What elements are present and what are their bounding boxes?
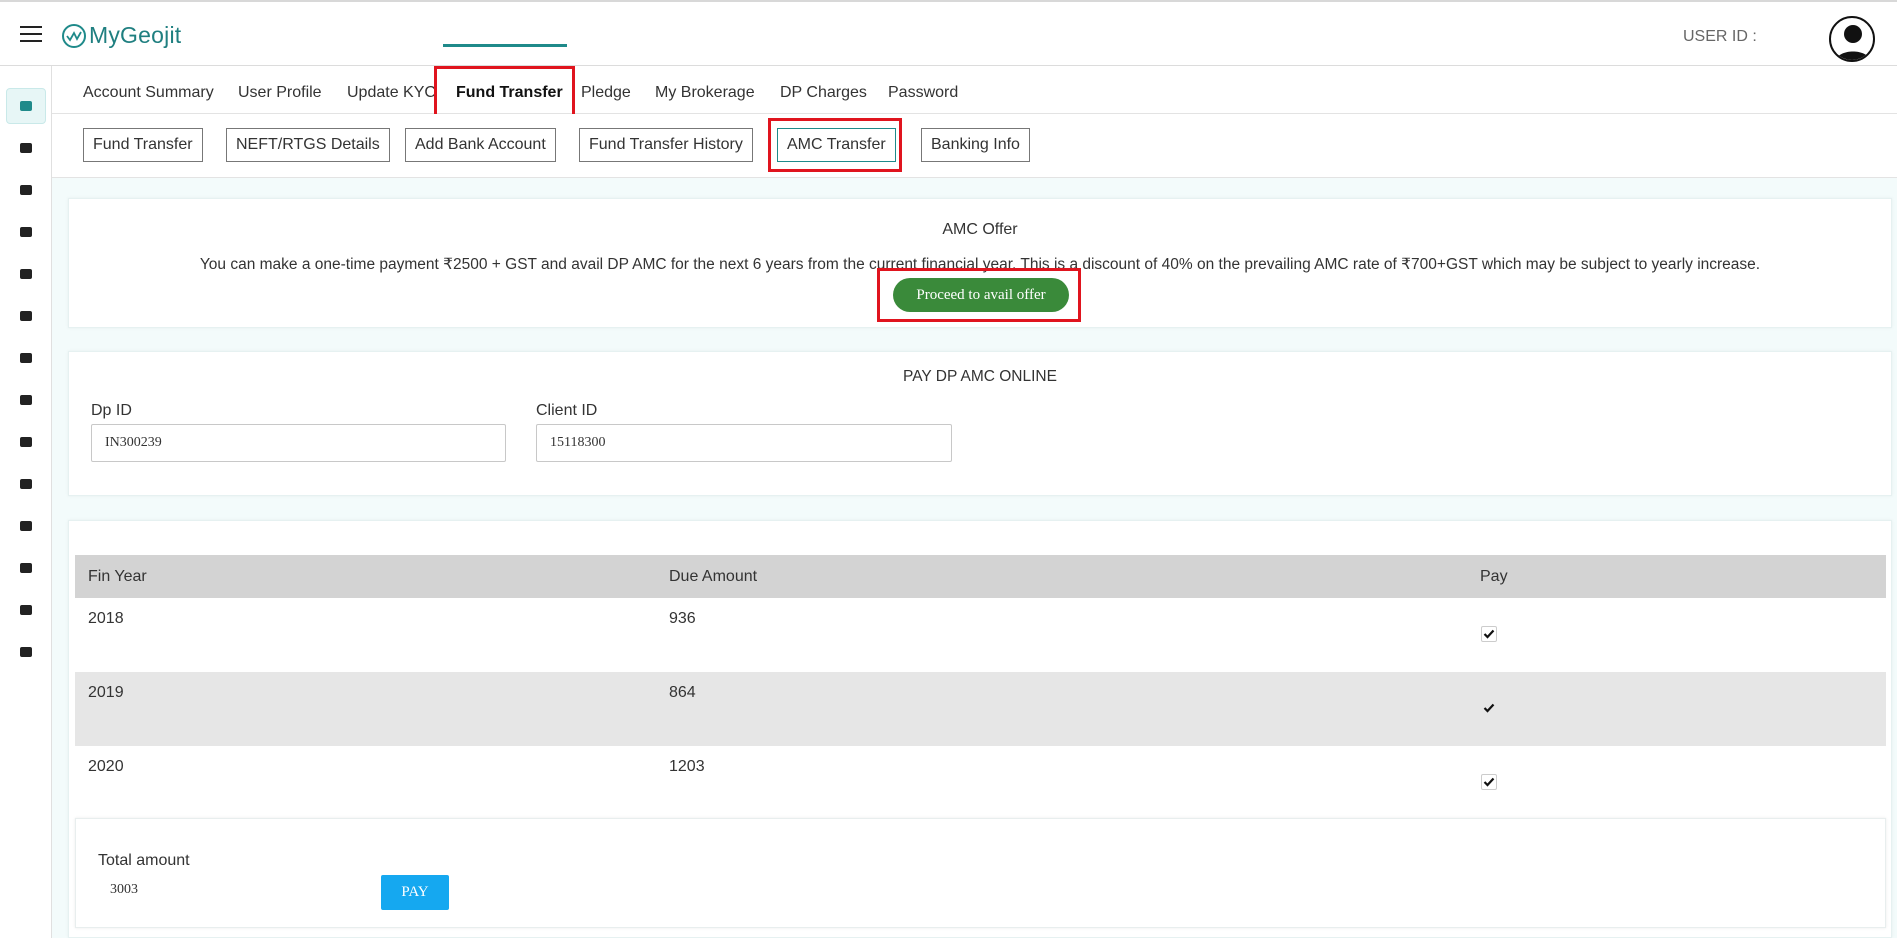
hamburger-menu-icon[interactable]: [20, 26, 42, 42]
client-id-input[interactable]: [536, 424, 952, 462]
fin-year-cell: 2019: [88, 684, 124, 701]
user-id-label: USER ID :: [1683, 28, 1757, 45]
tab-pledge[interactable]: Pledge: [581, 84, 631, 102]
growth-chart-icon[interactable]: [6, 592, 46, 628]
hand-coin-icon[interactable]: [6, 256, 46, 292]
offer-description: You can make a one-time payment ₹2500 + …: [199, 256, 1761, 273]
geojit-logo-icon: [62, 23, 86, 48]
mobile-icon[interactable]: [6, 466, 46, 502]
bull-icon[interactable]: [6, 508, 46, 544]
tab-account-summary[interactable]: Account Summary: [83, 84, 214, 102]
checkmark-icon: [1483, 703, 1495, 713]
ipo-badge-icon[interactable]: [6, 298, 46, 334]
headset-icon[interactable]: [6, 634, 46, 670]
active-tab-indicator: [443, 44, 567, 47]
subtab-amc-transfer[interactable]: AMC Transfer: [777, 128, 896, 162]
phone-icon[interactable]: [6, 550, 46, 586]
table-row: 2018 936: [75, 598, 1886, 672]
pay-checkbox[interactable]: [1481, 700, 1497, 716]
subtab-fund-transfer[interactable]: Fund Transfer: [83, 128, 203, 162]
due-amount-cell: 936: [669, 610, 696, 627]
ipo-icon[interactable]: [6, 130, 46, 166]
wallet-icon[interactable]: [6, 88, 46, 124]
due-amount-cell: 1203: [669, 758, 705, 775]
top-bar: MyGeojit USER ID :: [0, 0, 1897, 66]
bar-chart-icon[interactable]: [6, 214, 46, 250]
subtab-neft-rtgs-details[interactable]: NEFT/RTGS Details: [226, 128, 390, 162]
dp-id-label: Dp ID: [91, 402, 132, 419]
brand-name: MyGeojit: [89, 22, 182, 48]
avatar[interactable]: [1829, 16, 1875, 62]
user-silhouette-icon: [1835, 25, 1871, 60]
checkmark-icon: [1483, 629, 1495, 639]
main-tabs: Account Summary User Profile Update KYC …: [52, 66, 1897, 114]
table-row: 2020 1203: [75, 746, 1886, 820]
tab-fund-transfer[interactable]: Fund Transfer: [456, 84, 563, 102]
sub-tabs: Fund Transfer NEFT/RTGS Details Add Bank…: [52, 114, 1897, 178]
pay-online-title: PAY DP AMC ONLINE: [903, 368, 1057, 385]
people-icon[interactable]: [6, 424, 46, 460]
tab-password[interactable]: Password: [888, 84, 958, 102]
client-id-label: Client ID: [536, 402, 598, 419]
total-amount-panel: Total amount 3003 PAY: [75, 818, 1886, 928]
subtab-banking-info[interactable]: Banking Info: [921, 128, 1030, 162]
total-amount-label: Total amount: [98, 852, 190, 869]
car-icon[interactable]: [6, 382, 46, 418]
fin-year-cell: 2018: [88, 610, 124, 627]
tab-user-profile[interactable]: User Profile: [238, 84, 322, 102]
pay-dp-amc-card: PAY DP AMC ONLINE Dp ID Client ID: [68, 351, 1892, 496]
header-fin-year: Fin Year: [88, 568, 147, 585]
pay-button[interactable]: PAY: [381, 875, 449, 910]
proceed-to-avail-offer-button[interactable]: Proceed to avail offer: [893, 278, 1069, 312]
table-row: 2019 864: [75, 672, 1886, 746]
books-icon[interactable]: [6, 172, 46, 208]
total-amount-value: 3003: [110, 882, 138, 897]
subtab-add-bank-account[interactable]: Add Bank Account: [405, 128, 556, 162]
dp-id-input[interactable]: [91, 424, 506, 462]
brand-logo[interactable]: MyGeojit: [62, 22, 181, 49]
header-pay: Pay: [1480, 568, 1508, 585]
pay-checkbox[interactable]: [1481, 626, 1497, 642]
header-due-amount: Due Amount: [669, 568, 758, 585]
due-amount-cell: 864: [669, 684, 696, 701]
checkmark-icon: [1483, 777, 1495, 787]
amc-offer-card: AMC Offer You can make a one-time paymen…: [68, 198, 1892, 328]
network-icon[interactable]: [6, 340, 46, 376]
tab-my-brokerage[interactable]: My Brokerage: [655, 84, 755, 102]
offer-title: AMC Offer: [942, 221, 1018, 238]
left-sidebar: [0, 66, 52, 938]
pay-checkbox[interactable]: [1481, 774, 1497, 790]
tab-dp-charges[interactable]: DP Charges: [780, 84, 867, 102]
fin-year-cell: 2020: [88, 758, 124, 775]
table-header: Fin Year Due Amount Pay: [75, 555, 1886, 598]
subtab-fund-transfer-history[interactable]: Fund Transfer History: [579, 128, 753, 162]
tab-update-kyc[interactable]: Update KYC: [347, 84, 436, 102]
